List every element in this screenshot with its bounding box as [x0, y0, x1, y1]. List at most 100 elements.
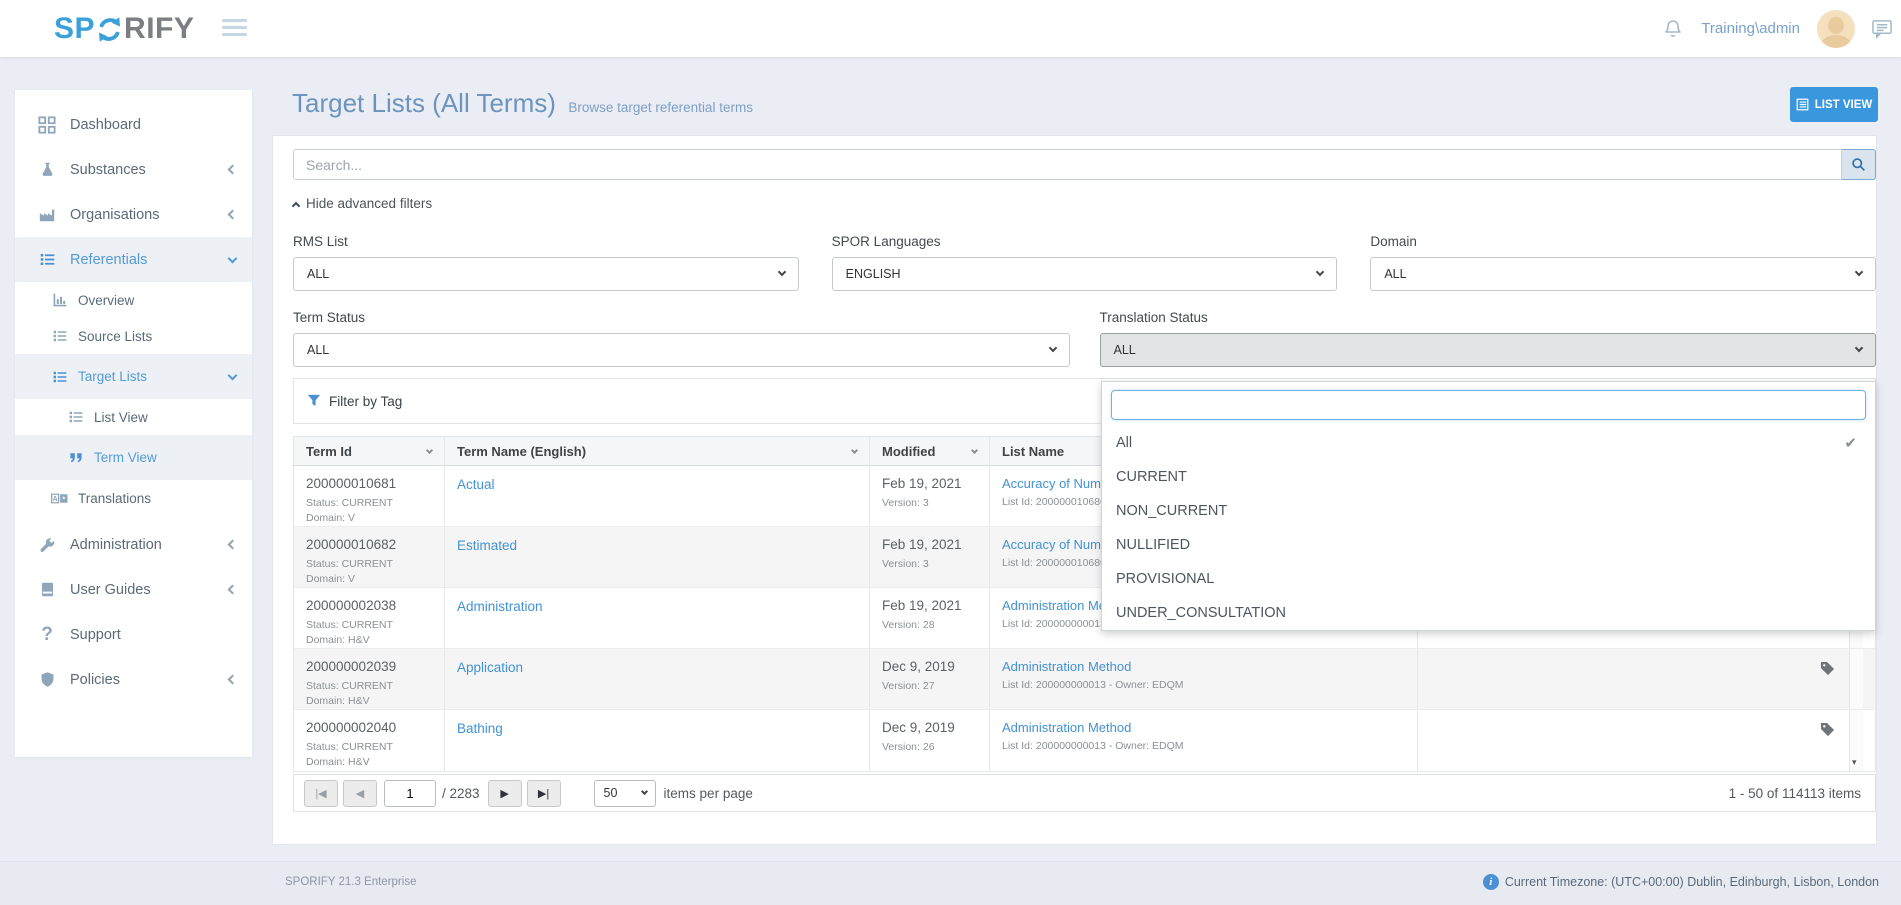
list-name-link[interactable]: Administration Method — [1002, 720, 1405, 735]
chevron-left-icon — [229, 541, 236, 548]
tag-icon[interactable] — [1820, 661, 1835, 709]
sidebar-item-target-lists[interactable]: Target Lists — [15, 354, 252, 399]
domain-label: Domain — [1370, 234, 1876, 249]
option-label: All — [1116, 435, 1132, 451]
filter-row-2: Term Status ALL Translation Status ALL — [293, 310, 1876, 367]
total-pages-label: / 2283 — [442, 786, 480, 801]
sidebar-item-translations[interactable]: A * Translations — [15, 480, 252, 516]
page-heading: Target Lists (All Terms) Browse target r… — [292, 88, 753, 119]
app-logo[interactable]: SP RIFY — [54, 12, 194, 46]
search-button[interactable] — [1842, 149, 1876, 180]
logo-text-sp: SP — [54, 12, 95, 46]
domain-value: ALL — [1384, 267, 1406, 281]
sidebar-item-referentials[interactable]: Referentials — [15, 237, 252, 282]
sidebar-item-label: Organisations — [70, 207, 159, 223]
column-header-term-id[interactable]: Term Id — [294, 437, 445, 465]
rms-list-label: RMS List — [293, 234, 799, 249]
sidebar-item-dashboard[interactable]: Dashboard — [15, 102, 252, 147]
term-name-link[interactable]: Administration — [457, 599, 543, 614]
dropdown-filter-input[interactable] — [1111, 390, 1866, 420]
filter-spor-languages: SPOR Languages ENGLISH — [832, 234, 1338, 291]
version: Version: 28 — [882, 618, 977, 633]
term-name-link[interactable]: Actual — [457, 477, 495, 492]
sort-chevron-icon — [426, 446, 433, 453]
term-status: Status: CURRENT — [306, 618, 432, 633]
sidebar-item-label: Target Lists — [78, 369, 147, 384]
term-id: 200000010682 — [306, 537, 432, 552]
sidebar-item-label: List View — [94, 410, 148, 425]
dropdown-option-nullified[interactable]: NULLIFIED — [1102, 528, 1875, 562]
tag-icon[interactable] — [1820, 722, 1835, 771]
chevron-up-icon — [292, 201, 300, 209]
sidebar-item-label: Administration — [70, 537, 162, 553]
column-header-term-name[interactable]: Term Name (English) — [445, 437, 870, 465]
content-card: Hide advanced filters RMS List ALL SPOR … — [272, 135, 1877, 845]
dashboard-grid-icon — [37, 115, 57, 135]
sidebar-item-list-view[interactable]: List View — [15, 399, 252, 435]
notifications-bell-icon[interactable] — [1662, 18, 1684, 40]
list-icon — [51, 328, 68, 345]
sidebar-item-label: Source Lists — [78, 329, 152, 344]
page-subtitle: Browse target referential terms — [568, 100, 753, 115]
term-name-link[interactable]: Application — [457, 660, 523, 675]
dropdown-option-provisional[interactable]: PROVISIONAL — [1102, 562, 1875, 596]
funnel-icon — [307, 394, 321, 408]
term-status-select[interactable]: ALL — [293, 333, 1070, 367]
last-page-button[interactable]: ▶| — [527, 780, 561, 807]
sidebar-item-policies[interactable]: Policies — [15, 657, 252, 702]
next-page-button[interactable]: ▶ — [488, 780, 522, 807]
checkmark-icon: ✔ — [1844, 434, 1857, 452]
table-scrollbar[interactable]: ▾ — [1849, 710, 1863, 771]
sidebar-item-label: Policies — [70, 672, 120, 688]
domain-select[interactable]: ALL — [1370, 257, 1876, 291]
list-view-button[interactable]: LIST VIEW — [1790, 87, 1878, 122]
term-id: 200000002038 — [306, 598, 432, 613]
sidebar-item-organisations[interactable]: Organisations — [15, 192, 252, 237]
dropdown-option-all[interactable]: All ✔ — [1102, 426, 1875, 460]
sidebar-item-support[interactable]: ? Support — [15, 612, 252, 657]
avatar[interactable] — [1817, 10, 1855, 48]
previous-page-button[interactable]: ◀ — [343, 780, 377, 807]
column-label: Term Id — [306, 444, 352, 459]
hamburger-menu-icon[interactable] — [222, 19, 247, 40]
filter-row-1: RMS List ALL SPOR Languages ENGLISH Doma… — [293, 234, 1876, 291]
search-input[interactable] — [293, 149, 1842, 180]
sidebar-item-source-lists[interactable]: Source Lists — [15, 318, 252, 354]
option-label: UNDER_CONSULTATION — [1116, 605, 1286, 621]
factory-icon — [37, 205, 57, 225]
scrollbar-down-arrow-icon[interactable]: ▾ — [1852, 757, 1857, 768]
modified-date: Dec 9, 2019 — [882, 659, 977, 674]
translate-icon: A * — [51, 490, 68, 507]
messages-chat-icon[interactable] — [1872, 19, 1893, 39]
table-scrollbar[interactable] — [1849, 649, 1863, 709]
translation-status-select[interactable]: ALL — [1100, 333, 1877, 367]
rms-list-select[interactable]: ALL — [293, 257, 799, 291]
dropdown-option-current[interactable]: CURRENT — [1102, 460, 1875, 494]
spor-languages-label: SPOR Languages — [832, 234, 1338, 249]
items-per-page-select[interactable]: 50 — [594, 780, 656, 807]
chevron-down-icon — [229, 258, 236, 262]
sidebar-item-overview[interactable]: Overview — [15, 282, 252, 318]
sidebar-item-user-guides[interactable]: User Guides — [15, 567, 252, 612]
sidebar-item-substances[interactable]: Substances — [15, 147, 252, 192]
term-domain: Domain: H&V — [306, 694, 432, 709]
page-number-input[interactable] — [384, 780, 436, 807]
sidebar-item-administration[interactable]: Administration — [15, 522, 252, 567]
wrench-icon — [37, 535, 57, 555]
filter-domain: Domain ALL — [1370, 234, 1876, 291]
dropdown-option-under-consultation[interactable]: UNDER_CONSULTATION — [1102, 596, 1875, 630]
column-header-modified[interactable]: Modified — [870, 437, 990, 465]
user-menu[interactable]: Training\admin — [1701, 20, 1800, 37]
modified-date: Dec 9, 2019 — [882, 720, 977, 735]
filter-rms-list: RMS List ALL — [293, 234, 799, 291]
first-page-button[interactable]: |◀ — [304, 780, 338, 807]
hide-advanced-filters-toggle[interactable]: Hide advanced filters — [293, 196, 432, 211]
spor-languages-select[interactable]: ENGLISH — [832, 257, 1338, 291]
modified-date: Feb 19, 2021 — [882, 476, 977, 491]
sidebar-item-term-view[interactable]: Term View — [15, 435, 252, 480]
table-row: 200000002040 Status: CURRENT Domain: H&V… — [294, 710, 1875, 771]
dropdown-option-non-current[interactable]: NON_CURRENT — [1102, 494, 1875, 528]
term-name-link[interactable]: Estimated — [457, 538, 517, 553]
list-name-link[interactable]: Administration Method — [1002, 659, 1405, 674]
term-name-link[interactable]: Bathing — [457, 721, 503, 736]
